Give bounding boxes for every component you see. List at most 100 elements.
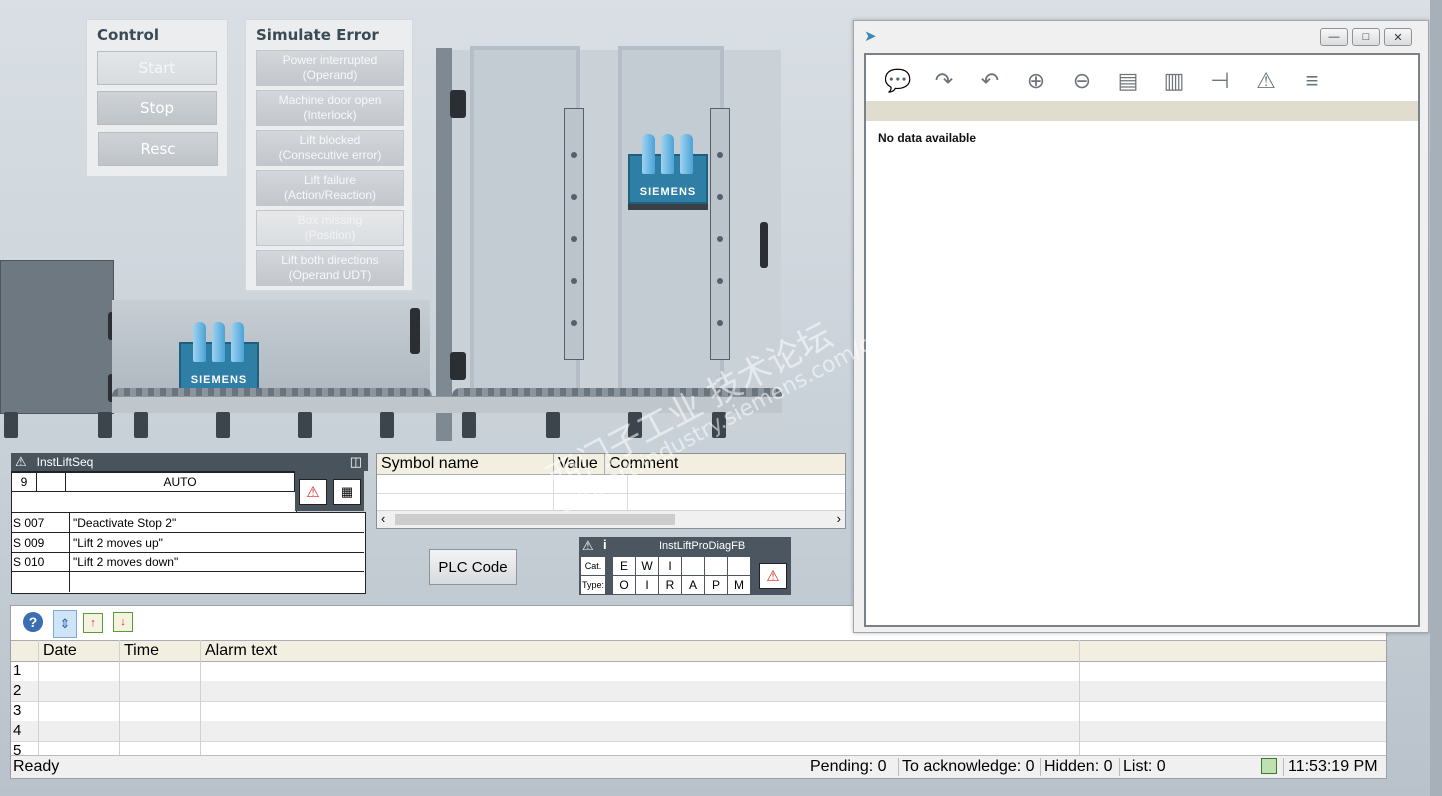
network-icon[interactable]: ◫	[350, 454, 362, 470]
conveyor-rail	[112, 396, 782, 413]
zoom-out-icon[interactable]: ⊖	[1064, 63, 1100, 99]
column-symbol-name[interactable]: Symbol name	[377, 454, 554, 474]
faceplate-header: ⚠ InstLiftSeq ◫	[11, 453, 368, 471]
simulate-error-title: Simulate Error	[256, 26, 379, 44]
warning-icon: ⚠	[15, 454, 27, 469]
step-id: S 009	[13, 536, 45, 550]
diagnostic-band	[866, 101, 1418, 121]
sort-icon[interactable]: ⇕	[53, 610, 77, 638]
conveyor-foot	[4, 412, 18, 438]
delete-lines-icon[interactable]: ≡	[1294, 63, 1330, 99]
conveyor-foot	[712, 412, 726, 438]
alarm-status-bar: Ready Pending: 0 To acknowledge: 0 Hidde…	[11, 755, 1386, 778]
scroll-left-icon[interactable]: ‹	[381, 511, 385, 526]
faceplate-settings-button[interactable]: ▦	[333, 479, 361, 505]
alarm-row[interactable]: 5	[11, 741, 1386, 756]
type-cell: I	[635, 575, 659, 595]
alarm-view-button[interactable]: ⚠	[299, 479, 327, 505]
prodiag-alarm-button[interactable]: ⚠	[759, 563, 787, 589]
acknowledge-icon[interactable]: ↑	[83, 613, 103, 633]
sim-lift-blocked-button[interactable]: Lift blocked (Consecutive error)	[256, 130, 404, 166]
conveyor-foot	[298, 412, 312, 438]
bottle	[661, 134, 674, 174]
column-extra[interactable]	[1079, 641, 1386, 661]
hinge	[450, 352, 466, 380]
category-cell	[704, 556, 728, 576]
crate-on-lift: SIEMENS	[628, 134, 708, 204]
row-number: 5	[13, 742, 22, 756]
maximize-button[interactable]: □	[1352, 28, 1380, 46]
zoom-in-icon[interactable]: ⊕	[1018, 63, 1054, 99]
sim-power-interrupted-button[interactable]: Power interrupted (Operand)	[256, 50, 404, 86]
symbol-col-divider	[553, 475, 554, 511]
hinge	[450, 90, 466, 118]
step-list	[11, 512, 366, 594]
symbol-row[interactable]	[377, 475, 845, 494]
sim-label: Box missing	[297, 213, 363, 227]
step-text: "Lift 2 moves down"	[73, 555, 179, 569]
rail-bolt	[571, 152, 577, 158]
status-list: List: 0	[1119, 758, 1166, 776]
sim-box-missing-button[interactable]: Box missing (Position)	[256, 210, 404, 246]
sim-label: Machine door open	[278, 93, 382, 107]
rail-bolt	[571, 194, 577, 200]
door-handle	[760, 222, 768, 268]
alarm-row[interactable]: 2	[11, 681, 1386, 702]
type-cell: O	[612, 575, 636, 595]
sequence-faceplate: ⚠ InstLiftSeq ◫ 9 AUTO ⚠ ▦ S 007 "Deacti…	[11, 453, 368, 594]
type-label: Type:	[580, 575, 606, 595]
minimize-button[interactable]: —	[1320, 28, 1348, 46]
rail-bolt	[717, 194, 723, 200]
connection-icon	[1261, 758, 1277, 774]
network-hand-icon[interactable]: ▥	[1156, 63, 1192, 99]
symbol-table: Symbol name Value Comment ‹ ›	[376, 453, 846, 529]
conveyor-foot	[462, 412, 476, 438]
sim-sublabel: (Operand)	[302, 68, 358, 82]
search-network-icon[interactable]: ▤	[1110, 63, 1146, 99]
sim-lift-failure-button[interactable]: Lift failure (Action/Reaction)	[256, 170, 404, 206]
faceplate-title: InstLiftSeq	[36, 455, 94, 469]
rail-bolt	[571, 278, 577, 284]
loop-in-alarm-icon[interactable]: ↓	[113, 612, 133, 632]
back-icon[interactable]: ↶	[972, 63, 1008, 99]
column-date[interactable]: Date	[38, 641, 120, 661]
close-button[interactable]: ✕	[1384, 28, 1412, 46]
conveyor-foot	[98, 412, 112, 438]
rail-bolt	[717, 236, 723, 242]
alarm-row[interactable]: 1	[11, 661, 1386, 682]
column-alarm-text[interactable]: Alarm text	[200, 641, 1080, 661]
step-flag	[36, 472, 66, 492]
category-cell: I	[658, 556, 682, 576]
help-icon[interactable]: ?	[23, 612, 43, 632]
bottle	[231, 322, 244, 362]
type-cell: P	[704, 575, 728, 595]
scrollbar-thumb[interactable]	[395, 514, 675, 525]
horizontal-scrollbar[interactable]: ‹ ›	[377, 510, 845, 528]
crate-on-conveyor: SIEMENS	[179, 322, 259, 392]
stop-button[interactable]: Stop	[97, 91, 217, 125]
conveyor-foot	[546, 412, 560, 438]
scroll-right-icon[interactable]: ›	[837, 511, 841, 526]
column-time[interactable]: Time	[119, 641, 201, 661]
left-cabinet	[0, 260, 114, 414]
crate-brand: SIEMENS	[639, 186, 697, 198]
comment-icon[interactable]: 💬	[880, 63, 916, 99]
glasses-warning-icon[interactable]: ⚠	[1248, 63, 1284, 99]
add-operand-icon[interactable]: ⊣	[1202, 63, 1238, 99]
diagnostic-content: 💬 ↷ ↶ ⊕ ⊖ ▤ ▥ ⊣ ⚠ ≡ No data available	[864, 53, 1420, 627]
rail-bolt	[717, 278, 723, 284]
column-comment[interactable]: Comment	[605, 454, 845, 474]
symbol-row[interactable]	[377, 494, 845, 510]
resc-button[interactable]: Resc	[98, 132, 218, 166]
sim-sublabel: (Operand UDT)	[288, 268, 372, 282]
start-button[interactable]: Start	[97, 51, 217, 85]
forward-icon[interactable]: ↷	[926, 63, 962, 99]
sim-lift-both-directions-button[interactable]: Lift both directions (Operand UDT)	[256, 250, 404, 286]
plc-code-button[interactable]: PLC Code	[429, 549, 517, 585]
alarm-row[interactable]: 3	[11, 701, 1386, 722]
alarm-row[interactable]: 4	[11, 721, 1386, 742]
sim-machine-door-open-button[interactable]: Machine door open (Interlock)	[256, 90, 404, 126]
prodiag-title: InstLiftProDiagFB	[659, 540, 746, 552]
column-value[interactable]: Value	[554, 454, 605, 474]
status-pending: Pending: 0	[810, 758, 887, 775]
